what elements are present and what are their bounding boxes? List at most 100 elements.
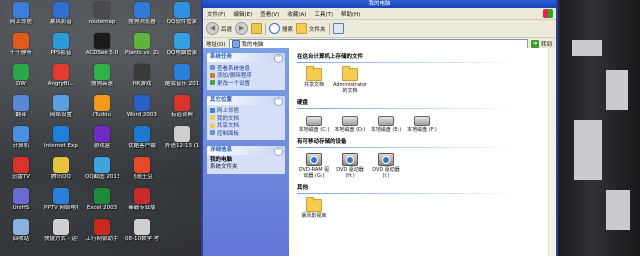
desktop-icon-label: HK游戏 (132, 81, 152, 87)
app-icon (174, 126, 190, 142)
desktop-icon[interactable]: 酷我音乐 2012 (165, 64, 199, 96)
collapse-icon[interactable]: ⌃ (274, 54, 283, 63)
desktop-icon[interactable]: QQ截图 20130717... (85, 157, 119, 189)
app-icon (13, 188, 29, 204)
hard-drive-icon (414, 116, 430, 126)
app-icon (53, 219, 69, 235)
folder-icon (306, 66, 322, 81)
collapse-icon[interactable]: ⌃ (274, 96, 283, 106)
vertical-scrollbar[interactable] (548, 48, 556, 256)
back-icon: ◀ (206, 22, 219, 35)
drive-i[interactable]: DVD 驱动器 (I:) (369, 151, 403, 179)
desktop-icon[interactable]: iTudou (85, 95, 119, 127)
desktop-icon[interactable]: 回收站 (4, 219, 38, 251)
search-button[interactable]: 搜索 (269, 23, 293, 34)
system-tasks-header[interactable]: 系统任务 ⌃ (207, 53, 285, 63)
menu-edit[interactable]: 编辑(E) (233, 10, 252, 18)
section-divider (297, 193, 517, 194)
folder-shared-documents[interactable]: 共享文档 (297, 66, 331, 94)
drive-d[interactable]: 本地磁盘 (D:) (333, 112, 367, 133)
desktop-icon[interactable]: QQ电脑管家 (165, 33, 199, 65)
desktop-icon-label: Word 2003 (127, 112, 157, 118)
drive-g[interactable]: DVD-RAM 驱动器 (G:) (297, 151, 331, 179)
desktop-icon[interactable]: 迅雷TV (4, 157, 38, 189)
app-icon (13, 219, 29, 235)
desktop-icon[interactable]: 飞速土豆 (125, 157, 159, 189)
other-places-header[interactable]: 其它位置 ⌃ (207, 95, 285, 106)
desktop-icon[interactable]: 网上邻居 (4, 2, 38, 34)
desktop-icon-label: DW (16, 81, 26, 87)
up-icon[interactable] (251, 23, 263, 34)
desktop-icon[interactable]: 08-10数学 考生号 (125, 219, 159, 251)
go-button[interactable]: ➜ 转到 (530, 40, 556, 48)
desktop-icon[interactable]: 游戏盒 (85, 126, 119, 158)
app-icon (94, 64, 110, 80)
views-icon[interactable] (332, 23, 344, 34)
desktop-icon[interactable]: 计算机 (4, 126, 38, 158)
desktop-icon[interactable]: ACDSee 5.0 (85, 33, 119, 65)
task-change-setting[interactable]: 更改一个设置 (210, 79, 282, 87)
search-label: 搜索 (282, 26, 294, 33)
folder-admin-documents[interactable]: Administrator 的文档 (333, 66, 367, 94)
back-button[interactable]: ◀ 后退 (206, 22, 232, 35)
desktop-icon[interactable]: HK游戏 (125, 64, 159, 96)
desktop-icon[interactable]: 有道词典 (165, 95, 199, 127)
desktop-icon[interactable]: 工行网银助手 (85, 219, 119, 251)
address-value: 我的电脑 (241, 42, 264, 48)
desktop-icon[interactable]: 网络设置 (44, 95, 78, 127)
other-places-title: 其它位置 (210, 96, 233, 103)
desktop-icon[interactable]: 毒霸专业版 (125, 188, 159, 220)
desktop-icon[interactable]: 快捷方式 - 运行 (44, 219, 78, 251)
desktop-icon-label: UniHS (12, 205, 30, 211)
wallpaper-shape (606, 190, 630, 230)
folder-media-library[interactable]: 暴风影视库 (297, 197, 331, 219)
item-label: 本地磁盘 (C:) (298, 127, 330, 133)
wallpaper-strip (560, 0, 640, 256)
menu-file[interactable]: 文件(F) (207, 10, 225, 18)
details-header[interactable]: 详细信息 ⌃ (207, 145, 285, 156)
desktop-icon[interactable]: AngryBi... (44, 64, 78, 96)
desktop-icon[interactable]: Plants vs. Zombie... (125, 33, 159, 65)
desktop-icon[interactable]: 翻译 (4, 95, 38, 127)
desktop-icon[interactable]: 暴风影音 (44, 2, 78, 34)
collapse-icon[interactable]: ⌃ (274, 146, 283, 156)
desktop-icon[interactable]: 外语12-13 (1) 学期 (165, 126, 199, 158)
go-label: 转到 (540, 42, 552, 48)
drive-c[interactable]: 本地磁盘 (C:) (297, 112, 331, 133)
section-divider (297, 108, 517, 109)
app-icon (94, 33, 110, 49)
drive-e[interactable]: 本地磁盘 (E:) (369, 112, 403, 133)
app-icon (94, 188, 110, 204)
desktop-icon[interactable]: Internet Explorer (44, 126, 78, 158)
desktop-icon[interactable]: Word 2003 (125, 95, 159, 127)
desktop-icon-label: 千千静听 (9, 50, 32, 56)
desktop-icon[interactable]: 腾讯QQ (44, 157, 78, 189)
desktop-icon[interactable]: QQ软件管家 (165, 2, 199, 34)
desktop-icon[interactable]: UniHS (4, 188, 38, 220)
drive-h[interactable]: DVD 驱动器 (H:) (333, 151, 367, 179)
desktop-icon[interactable]: PPTV 网络电视 (44, 188, 78, 220)
desktop-icon-label: Excel 2003 (86, 205, 118, 211)
app-icon (53, 188, 69, 204)
desktop-icon[interactable]: 千千静听 (4, 33, 38, 65)
menu-view[interactable]: 查看(V) (260, 10, 279, 18)
place-control-panel[interactable]: 控制面板 (210, 129, 282, 137)
desktop-icon-label: 迅雷TV (11, 174, 31, 180)
toolbar: ◀ 后退 ▶ 搜索 文件夹 (203, 20, 556, 38)
folders-button[interactable]: 文件夹 (296, 23, 326, 34)
desktop-icon[interactable]: 搜狗浏览器 (125, 2, 159, 34)
menu-help[interactable]: 帮助(H) (341, 10, 360, 18)
desktop-icon[interactable]: DW (4, 64, 38, 96)
wallpaper-shape (606, 70, 628, 110)
forward-icon[interactable]: ▶ (235, 22, 249, 35)
system-tasks-panel: 系统任务 ⌃ 查看系统信息 添加/删除程序 更改一个设置 (207, 53, 285, 90)
desktop-icon[interactable]: PPS影音 (44, 33, 78, 65)
desktop-icon[interactable]: 搜狗高速 (85, 64, 119, 96)
app-icon (174, 33, 190, 49)
desktop-icon[interactable]: 优酷客户端 (125, 126, 159, 158)
desktop-icon[interactable]: Excel 2003 (85, 188, 119, 220)
menu-tools[interactable]: 工具(T) (314, 10, 333, 18)
desktop-icon[interactable]: routemap (85, 2, 119, 34)
drive-f[interactable]: 本地磁盘 (F:) (405, 112, 439, 133)
menu-favorites[interactable]: 收藏(A) (287, 10, 306, 18)
